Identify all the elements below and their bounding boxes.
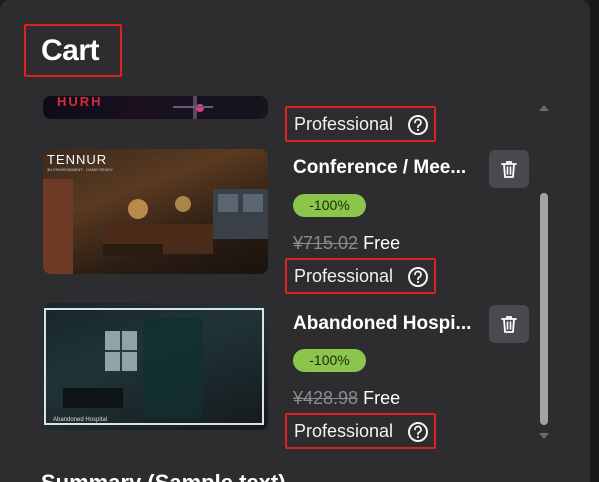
- summary-heading: Summary (Sample text): [41, 470, 286, 482]
- license-highlight: Professional: [285, 413, 436, 449]
- question-circle-icon[interactable]: [407, 114, 429, 136]
- delete-button[interactable]: [489, 305, 529, 343]
- thumbnail-brand: TENNUR: [47, 152, 108, 167]
- thumbnail-label: HURH: [57, 96, 103, 109]
- thumbnail-art: [44, 308, 264, 425]
- window-edge: [590, 0, 599, 482]
- item-name[interactable]: Conference / Mee...: [293, 157, 485, 179]
- trash-icon: [501, 161, 517, 178]
- license-label: Professional: [294, 266, 394, 286]
- question-circle-icon[interactable]: [407, 421, 429, 443]
- thumbnail-subtext: 3D ENVIRONMENT · GAME READY: [47, 167, 113, 172]
- price-line: ¥715.02 Free: [293, 233, 400, 254]
- trash-icon: [501, 316, 517, 333]
- chevron-up-icon[interactable]: [539, 104, 549, 112]
- item-name[interactable]: Abandoned Hospi...: [293, 313, 485, 335]
- license-label: Professional: [294, 114, 394, 134]
- chevron-down-icon[interactable]: [539, 432, 549, 440]
- cart-panel: Cart HURH Professional TENNUR 3D ENVIRON…: [0, 0, 590, 482]
- item-thumbnail[interactable]: Abandoned Hospital: [43, 303, 268, 430]
- current-price: Free: [363, 233, 401, 253]
- original-price: ¥428.98: [293, 388, 359, 408]
- thumbnail-caption: Abandoned Hospital: [53, 417, 108, 423]
- discount-badge: -100%: [293, 194, 366, 217]
- cart-title: Cart: [41, 34, 100, 67]
- item-thumbnail[interactable]: TENNUR 3D ENVIRONMENT · GAME READY: [43, 149, 268, 274]
- current-price: Free: [363, 388, 401, 408]
- item-thumbnail[interactable]: HURH: [43, 96, 268, 119]
- license-label: Professional: [294, 421, 394, 441]
- price-line: ¥428.98 Free: [293, 388, 400, 409]
- license-highlight: Professional: [285, 258, 436, 294]
- scrollbar-thumb[interactable]: [540, 193, 548, 425]
- discount-badge: -100%: [293, 349, 366, 372]
- delete-button[interactable]: [489, 150, 529, 188]
- original-price: ¥715.02: [293, 233, 359, 253]
- license-highlight: Professional: [285, 106, 436, 142]
- question-circle-icon[interactable]: [407, 266, 429, 288]
